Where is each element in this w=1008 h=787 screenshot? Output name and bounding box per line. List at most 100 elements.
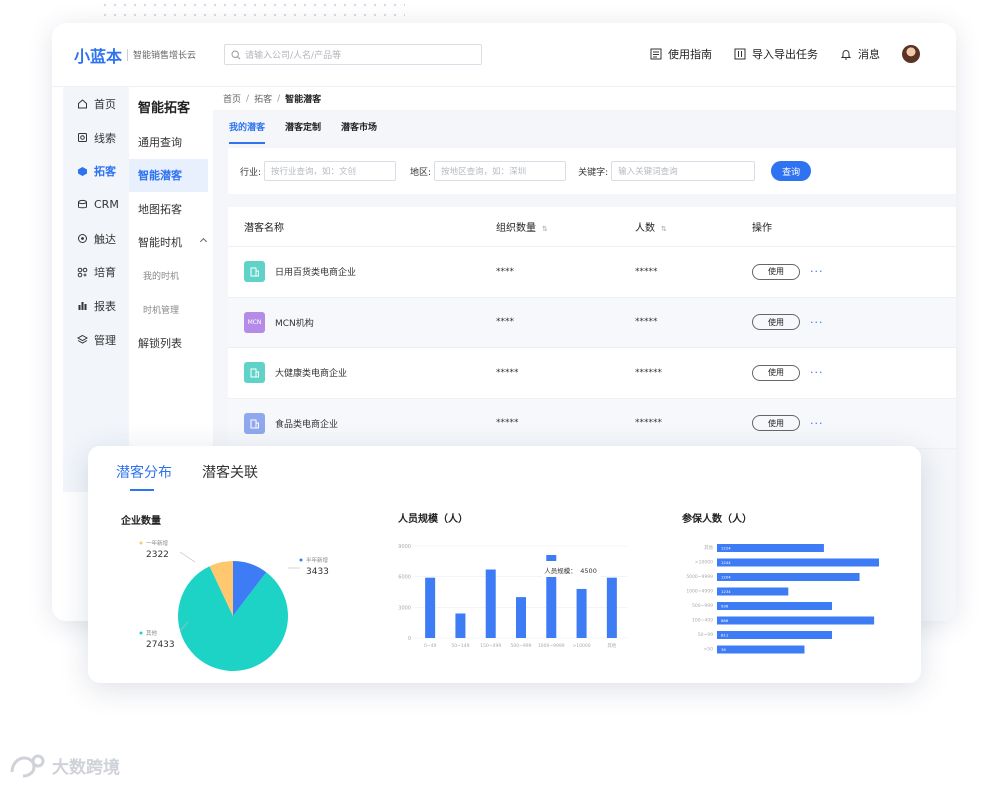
more-icon[interactable]: ··· <box>810 366 824 379</box>
y-category-label: 500~999 <box>692 603 713 609</box>
table-row[interactable]: 大健康类电商企业 ***** ****** 使用 ··· <box>228 348 956 399</box>
pie-value: 27433 <box>146 640 175 650</box>
table-row[interactable]: MCN MCN机构 **** ***** 使用 ··· <box>228 297 956 348</box>
bar <box>485 569 496 638</box>
nav-item-leads[interactable]: 线索 <box>63 121 129 155</box>
region-placeholder: 按地区查询，如：深圳 <box>441 167 527 177</box>
hbar <box>717 616 875 625</box>
hbar-chart-title: 参保人数（人） <box>682 514 752 525</box>
bar <box>606 577 617 638</box>
tab-my-prospects[interactable]: 我的潜客 <box>229 120 266 144</box>
tab-distribution[interactable]: 潜客分布 <box>116 462 172 491</box>
content-tabs: 我的潜客 潜客定制 潜客市场 <box>213 110 956 144</box>
keyword-placeholder: 输入关键词查询 <box>618 167 678 177</box>
hbar <box>717 645 805 654</box>
y-tick-label: 9000 <box>398 544 411 550</box>
table-row[interactable]: 日用百货类电商企业 **** ***** 使用 ··· <box>228 247 956 298</box>
more-icon[interactable]: ··· <box>810 417 824 430</box>
nav-label: 拓客 <box>94 165 116 179</box>
industry-placeholder: 按行业查询，如：文创 <box>271 167 357 177</box>
row-name[interactable]: 大健康类电商企业 <box>275 366 347 379</box>
breadcrumb-current: 智能潜客 <box>285 95 322 105</box>
leads-icon <box>78 133 87 143</box>
x-tick-label: 150~499 <box>480 643 501 649</box>
y-tick-label: 0 <box>408 636 411 642</box>
hbar-value: 811 <box>721 633 729 638</box>
subnav-timing-manage[interactable]: 时机管理 <box>129 293 212 327</box>
hbar <box>717 544 824 552</box>
row-name[interactable]: MCN机构 <box>275 316 314 329</box>
more-icon[interactable]: ··· <box>810 316 824 329</box>
row-people: ****** <box>635 418 662 429</box>
leader-line <box>179 551 196 563</box>
hbar-value: 886 <box>721 618 729 623</box>
breadcrumb-home[interactable]: 首页 <box>223 92 241 105</box>
subnav-smart-prospects[interactable]: 智能潜客 <box>129 158 208 192</box>
sort-icon[interactable]: ⇅ <box>661 225 667 233</box>
row-people: ***** <box>635 266 658 277</box>
messages-button[interactable]: 消息 <box>840 46 880 62</box>
y-tick-label: 3000 <box>398 605 411 611</box>
legend-dot <box>299 558 303 562</box>
subnav-label: 智能时机 <box>138 236 182 250</box>
guide-button[interactable]: 使用指南 <box>650 46 712 62</box>
industry-input[interactable]: 按行业查询，如：文创 <box>264 161 397 181</box>
y-category-label: 5000~9999 <box>686 574 713 580</box>
crm-icon <box>78 200 87 209</box>
tooltip-label: 人员规模： <box>544 566 577 575</box>
y-category-label: 50~99 <box>698 632 713 638</box>
breadcrumb-prospect[interactable]: 拓客 <box>254 92 272 105</box>
row-name[interactable]: 食品类电商企业 <box>275 417 338 430</box>
x-tick-label: 0~49 <box>424 643 436 649</box>
tab-custom-prospects[interactable]: 潜客定制 <box>285 120 321 133</box>
subnav-smart-timing[interactable]: 智能时机 <box>129 226 212 260</box>
search-input[interactable]: 请输入公司/人名/产品等 <box>224 44 482 65</box>
avatar[interactable] <box>902 45 920 63</box>
industry-label: 行业: <box>240 167 262 178</box>
building-icon: MCN <box>244 311 265 333</box>
secondary-sidebar: 智能拓客 通用查询 智能潜客 地图拓客 智能时机 我的时机 时机管理 解锁列表 <box>129 87 212 360</box>
use-button[interactable]: 使用 <box>752 314 800 331</box>
y-category-label: 其他 <box>704 544 713 551</box>
subnav-general-query[interactable]: 通用查询 <box>129 125 212 159</box>
use-button[interactable]: 使用 <box>752 415 800 432</box>
keyword-input[interactable]: 输入关键词查询 <box>611 161 756 181</box>
nav-item-report[interactable]: 报表 <box>63 289 129 323</box>
import-export-button[interactable]: 导入导出任务 <box>734 46 818 62</box>
tab-relations[interactable]: 潜客关联 <box>202 462 258 482</box>
use-button[interactable]: 使用 <box>752 263 800 280</box>
primary-sidebar: 首页 线索 拓客 CRM 触达 培育 报表 管理 <box>63 87 129 492</box>
building-icon <box>244 362 265 384</box>
row-name[interactable]: 日用百货类电商企业 <box>275 265 356 278</box>
nav-item-home[interactable]: 首页 <box>63 87 129 121</box>
hbar <box>717 631 833 639</box>
row-people: ***** <box>635 317 658 328</box>
pie-chart: 半年新增 3433 其他 27433 一年新增 2322 <box>139 539 329 671</box>
row-orgs: ***** <box>496 367 519 378</box>
nav-label: 报表 <box>94 299 116 313</box>
nav-label: 线索 <box>94 131 116 145</box>
subnav-my-timing[interactable]: 我的时机 <box>129 259 212 293</box>
hbar-value: 1224 <box>721 546 731 551</box>
legend-dot <box>139 541 143 545</box>
use-button[interactable]: 使用 <box>752 364 800 381</box>
nav-item-prospect[interactable]: 拓客 <box>63 154 129 188</box>
nav-item-manage[interactable]: 管理 <box>63 323 129 357</box>
sort-icon[interactable]: ⇅ <box>542 225 548 233</box>
bar-chart: 0 3000 6000 9000 0~49 50~149 150~499 500~999 100… <box>398 544 627 649</box>
row-name-cell: MCN MCN机构 <box>228 311 496 333</box>
query-button[interactable]: 查询 <box>771 161 812 181</box>
subnav-unlock-list[interactable]: 解锁列表 <box>129 326 212 360</box>
top-bar: 小蓝本 智能销售增长云 请输入公司/人名/产品等 使用指南 导入导出任务 消息 <box>52 23 956 87</box>
region-input[interactable]: 按地区查询，如：深圳 <box>434 161 567 181</box>
logo[interactable]: 小蓝本 <box>74 43 122 67</box>
nav-item-crm[interactable]: CRM <box>63 188 129 222</box>
subnav-map-prospect[interactable]: 地图拓客 <box>129 192 212 226</box>
more-icon[interactable]: ··· <box>810 265 824 278</box>
table-row[interactable]: 食品类电商企业 ***** ****** 使用 ··· <box>228 398 956 449</box>
tab-prospect-market[interactable]: 潜客市场 <box>341 120 377 133</box>
col-orgs[interactable]: 组织数量 ⇅ <box>496 219 635 234</box>
nav-item-reach[interactable]: 触达 <box>63 222 129 256</box>
col-people[interactable]: 人数 ⇅ <box>635 219 752 234</box>
nav-item-nurture[interactable]: 培育 <box>63 255 129 289</box>
